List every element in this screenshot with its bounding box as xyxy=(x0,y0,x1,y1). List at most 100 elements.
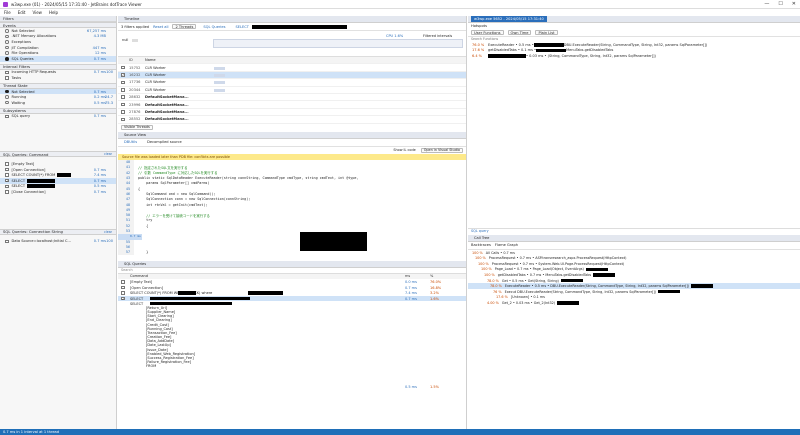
thread-activity-bar xyxy=(214,66,225,70)
radio-button[interactable] xyxy=(5,51,9,55)
sql-connection-section[interactable]: SQL Queries: Connection String clear xyxy=(0,228,116,235)
thread-activity-bar xyxy=(214,88,225,92)
filter-label: File Operations xyxy=(11,51,39,56)
own-time-toggle[interactable]: Own Time xyxy=(507,30,532,35)
menu-view[interactable]: View xyxy=(32,10,42,15)
filter-item[interactable]: SQL Queries 0.7 ms xyxy=(0,55,116,62)
open-in-vs-button[interactable]: Open in Visual Studio xyxy=(420,147,463,153)
backtraces-button[interactable]: Backtraces xyxy=(471,243,491,247)
dbutils-tab[interactable]: DBUtils xyxy=(121,139,141,146)
sql-queries-tab[interactable]: SQL Queries xyxy=(121,261,149,267)
thread-checkbox[interactable] xyxy=(121,117,125,122)
hotspot-text: ExecuteReader • 0.5 ms • xyxy=(488,42,534,47)
close-button[interactable]: ✕ xyxy=(792,1,796,7)
checkbox[interactable] xyxy=(5,167,9,172)
sql-queries-filter-chip[interactable]: SQL Queries xyxy=(200,23,229,30)
menu-edit[interactable]: Edit xyxy=(18,10,26,15)
menu-file[interactable]: File xyxy=(4,10,11,15)
user-functions-toggle[interactable]: User Functions xyxy=(471,30,504,35)
radio-button[interactable] xyxy=(5,40,9,44)
thread-row[interactable]: 17736 CLR Worker xyxy=(118,79,466,87)
thread-row[interactable]: 20344 CLR Worker xyxy=(118,87,466,94)
filter-item[interactable]: [Close Connection] 0.7 ms xyxy=(0,189,116,195)
thread-row[interactable]: ✓ 16232 CLR Worker xyxy=(118,71,466,80)
filter-item[interactable]: Tasks xyxy=(0,75,116,81)
checkbox[interactable] xyxy=(5,70,9,75)
sql-checkbox[interactable] xyxy=(121,280,125,284)
thread-name: CLR Worker xyxy=(145,80,166,85)
filter-item[interactable]: SQL query 0.7 ms xyxy=(0,114,116,120)
thread-checkbox[interactable] xyxy=(121,80,125,85)
sql-conn-clear-link[interactable]: clear xyxy=(104,230,112,234)
filter-item[interactable]: Waiting 0.5 ms 75.3 xyxy=(0,100,116,106)
minimize-button[interactable]: — xyxy=(764,1,769,7)
filter-label: Not Selected xyxy=(11,28,35,33)
session-tab[interactable]: w3wp.exe 5652 - 2024/05/15 17:31:40 xyxy=(471,16,547,22)
redacted-code-block xyxy=(300,231,367,251)
sql-select-filter-chip[interactable]: SELECT xyxy=(232,23,350,30)
radio-button[interactable] xyxy=(5,57,9,61)
sql-checkbox[interactable]: ✓ xyxy=(121,296,125,301)
thread-checkbox[interactable]: ✓ xyxy=(121,73,125,77)
visible-threads-dropdown[interactable]: Visible Threads xyxy=(121,124,153,130)
timeline-ruler[interactable] xyxy=(213,39,463,48)
sql-queries-tabbar: SQL Queries xyxy=(118,260,466,268)
maximize-button[interactable]: ☐ xyxy=(778,1,782,7)
sql-checkbox[interactable] xyxy=(121,285,125,290)
menu-help[interactable]: Help xyxy=(49,10,58,15)
timeline-overview[interactable]: null CPU 1.6% Filtered intervals xyxy=(118,31,466,57)
source-code-area[interactable]: 40 41// 指定されたSQL文を実行する 42// 引数 CommandType… xyxy=(118,159,466,261)
redacted-text xyxy=(536,48,567,53)
filter-label: SELECT COUNT(*) FROM xyxy=(11,173,56,178)
radio-button[interactable] xyxy=(5,29,9,33)
show-il-code-button[interactable]: Show IL code xyxy=(393,148,415,152)
thread-row[interactable]: 27876 DefaultSocketMana... xyxy=(118,109,466,117)
thread-row[interactable]: 28632 DefaultSocketMana... xyxy=(118,94,466,102)
filter-item[interactable]: Data Source=localhost;Initial C... 0.7 ms… xyxy=(0,239,116,245)
hotspot-signature: • 0.03 ms • (String, CommandType, String… xyxy=(526,53,656,58)
timeline-tab[interactable]: Timeline xyxy=(121,16,142,22)
checkbox[interactable] xyxy=(5,190,9,194)
hotspot-row[interactable]: 6.4 % • 0.03 ms • (String, CommandType, S… xyxy=(468,53,800,59)
checkbox[interactable] xyxy=(5,239,9,244)
filter-label: Waiting xyxy=(11,100,26,105)
thread-checkbox[interactable] xyxy=(121,95,125,99)
thread-row[interactable]: 28552 DefaultSocketMana... xyxy=(118,116,466,124)
checkbox[interactable]: ✓ xyxy=(5,178,9,183)
sql-command-clear-link[interactable]: clear xyxy=(104,152,112,156)
thread-checkbox[interactable] xyxy=(121,110,125,114)
radio-button[interactable] xyxy=(5,95,9,99)
threads-dropdown[interactable]: 2 Threads xyxy=(172,24,197,29)
calltree-row[interactable]: 4.00 % Get_2 • 0.03 ms • Get_2(Int32) xyxy=(468,300,800,306)
checkbox[interactable] xyxy=(5,114,9,119)
thread-checkbox[interactable] xyxy=(121,102,125,107)
calltree-title[interactable]: Call Tree xyxy=(471,235,492,241)
checkbox[interactable] xyxy=(5,162,9,166)
thread-checkbox[interactable] xyxy=(121,65,125,70)
radio-button[interactable] xyxy=(5,34,9,39)
thread-name: CLR Worker xyxy=(145,65,166,70)
sql-checkbox[interactable] xyxy=(121,291,125,295)
zoom-slider[interactable] xyxy=(132,39,138,42)
reset-all-link[interactable]: Reset all xyxy=(153,25,168,29)
filtered-intervals-toggle[interactable]: Filtered intervals xyxy=(423,34,452,38)
checkbox[interactable] xyxy=(5,173,9,177)
sql-command-section[interactable]: SQL Queries: Command clear xyxy=(0,151,116,158)
plain-list-toggle[interactable]: Plain List xyxy=(535,30,558,35)
radio-button[interactable] xyxy=(5,45,9,50)
radio-button[interactable] xyxy=(5,89,9,94)
radio-button[interactable] xyxy=(5,100,9,105)
sql-row[interactable]: FROM xyxy=(118,364,466,368)
thread-row[interactable]: 23996 DefaultSocketMana... xyxy=(118,101,466,109)
thread-list-header: ID Name xyxy=(118,57,466,65)
flame-graph-button[interactable]: Flame Graph xyxy=(495,243,518,247)
code-text: // エラーを受けて接続コードを実行する xyxy=(138,213,210,218)
checkbox[interactable] xyxy=(5,76,9,80)
thread-row[interactable]: 15752 CLR Worker xyxy=(118,64,466,72)
checkbox[interactable] xyxy=(5,184,9,189)
thread-checkbox[interactable] xyxy=(121,88,125,92)
filter-label: Exceptions xyxy=(11,39,32,44)
decompiled-source-tab[interactable]: Decompiled source xyxy=(144,139,185,145)
redacted-text xyxy=(150,296,250,301)
source-view-tab[interactable]: Source View xyxy=(121,132,149,138)
